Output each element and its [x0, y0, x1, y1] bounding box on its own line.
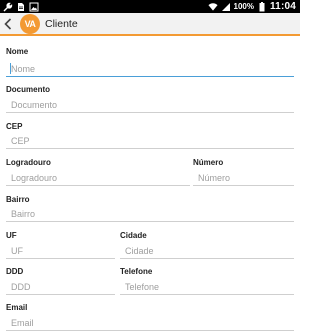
document-icon — [16, 2, 26, 12]
nome-input[interactable] — [6, 61, 294, 77]
battery-icon — [257, 1, 267, 12]
wrench-icon — [3, 2, 13, 12]
status-time: 11:04 — [269, 1, 296, 12]
signal-icon — [221, 2, 231, 12]
cep-label: CEP — [6, 122, 23, 131]
cidade-input[interactable] — [120, 243, 294, 259]
bairro-input[interactable] — [6, 206, 294, 222]
status-notification-icons — [3, 1, 39, 12]
telefone-input[interactable] — [120, 279, 294, 295]
documento-input[interactable] — [6, 97, 294, 113]
chevron-left-icon — [4, 18, 12, 30]
text-cursor — [10, 63, 11, 74]
status-bar: 100% 11:04 — [0, 0, 300, 13]
cep-input[interactable] — [6, 133, 294, 149]
ddd-input[interactable] — [6, 279, 115, 295]
wifi-icon — [207, 2, 218, 12]
nome-label: Nome — [6, 47, 29, 56]
logradouro-input[interactable] — [6, 170, 190, 186]
battery-percent: 100% — [233, 2, 254, 11]
app-logo: VA — [20, 14, 40, 34]
page-title: Cliente — [45, 18, 78, 30]
numero-label: Número — [193, 158, 224, 167]
documento-label: Documento — [6, 85, 50, 94]
status-system-icons: 100% 11:04 — [207, 0, 297, 13]
bairro-label: Bairro — [6, 195, 30, 204]
telefone-label: Telefone — [120, 267, 153, 276]
email-label: Email — [6, 303, 28, 312]
uf-label: UF — [6, 231, 17, 240]
numero-input[interactable] — [193, 170, 294, 186]
uf-input[interactable] — [6, 243, 115, 259]
back-button[interactable] — [1, 14, 15, 34]
logradouro-label: Logradouro — [6, 158, 51, 167]
image-icon — [29, 2, 39, 12]
app-bar: VA Cliente — [0, 13, 300, 36]
cidade-label: Cidade — [120, 231, 147, 240]
email-input[interactable] — [6, 315, 294, 331]
ddd-label: DDD — [6, 267, 24, 276]
